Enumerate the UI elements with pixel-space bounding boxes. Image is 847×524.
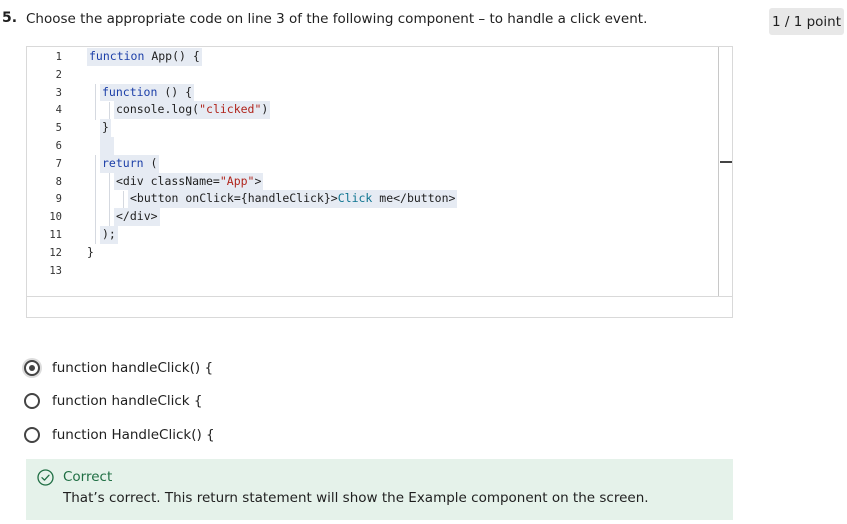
- line-number: 8: [55, 175, 62, 188]
- code-text: App() {: [144, 49, 200, 63]
- line-number: 3: [55, 86, 62, 99]
- code-line-7: return (: [100, 154, 160, 173]
- code-text: <div className=: [116, 173, 220, 188]
- code-line-9: <button onClick={handleClick}>Click me</…: [128, 190, 458, 209]
- code-text: }: [102, 120, 109, 135]
- radio-selected-icon[interactable]: [24, 360, 40, 376]
- line-number: 13: [49, 264, 62, 277]
- option-label: function HandleClick() {: [52, 427, 215, 443]
- code-line-1: function App() {: [87, 48, 202, 66]
- code-editor[interactable]: 1 2 3 4 5 6 7 8 9 10 11 12 13 function A…: [26, 46, 733, 297]
- keyword: function: [102, 84, 158, 99]
- line-number: 6: [55, 140, 62, 152]
- code-line-10: </div>: [114, 208, 160, 226]
- code-line-12: }: [87, 244, 94, 262]
- feedback-panel: Correct That’s correct. This return stat…: [26, 459, 733, 520]
- line-number-gutter: 1 2 3 4 5 6 7 8 9 10 11 12 13: [27, 47, 67, 296]
- code-line-5: }: [100, 119, 111, 137]
- code-text: (: [143, 155, 158, 170]
- line-number: 12: [49, 246, 62, 259]
- question-text: Choose the appropriate code on line 3 of…: [26, 11, 648, 27]
- radio-unselected-icon[interactable]: [24, 393, 40, 409]
- option-label: function handleClick() {: [52, 360, 214, 376]
- code-text: me</button>: [372, 191, 456, 206]
- code-line-11: );: [100, 226, 118, 244]
- code-text: console.log(: [116, 102, 200, 117]
- answer-option-1[interactable]: function handleClick() {: [24, 358, 213, 378]
- line-number: 1: [55, 51, 62, 63]
- indent-guide: [109, 173, 110, 227]
- feedback-body: That’s correct. This return statement wi…: [63, 490, 649, 506]
- editor-footer-bar: [26, 297, 733, 318]
- code-text: <button onClick={handleClick}>: [130, 191, 338, 206]
- string-literal: "App": [219, 173, 255, 188]
- editor-scrollbar[interactable]: [718, 47, 732, 296]
- option-label: function handleClick {: [52, 393, 203, 409]
- line-number: 10: [49, 211, 62, 224]
- code-text: >: [254, 173, 262, 188]
- code-text: );: [102, 227, 116, 241]
- answer-option-2[interactable]: function handleClick {: [24, 391, 203, 411]
- code-text: ): [261, 102, 269, 117]
- line-number: 2: [55, 68, 62, 81]
- code-line-4: console.log("clicked"): [114, 101, 271, 120]
- indent-guide: [109, 102, 110, 120]
- line-number: 7: [55, 157, 62, 170]
- line-number: 5: [55, 122, 62, 135]
- code-area[interactable]: function App() { function () { console.l…: [87, 47, 712, 296]
- code-text: () {: [157, 84, 193, 99]
- code-text: }: [87, 244, 94, 259]
- check-circle-icon: [37, 469, 54, 486]
- code-line-3: function () {: [100, 83, 195, 102]
- jsx-text: Click: [337, 191, 373, 206]
- code-text: </div>: [116, 209, 158, 224]
- radio-unselected-icon[interactable]: [24, 427, 40, 443]
- string-literal: "clicked": [199, 102, 262, 117]
- points-badge: 1 / 1 point: [769, 8, 844, 35]
- indent-guide: [95, 155, 96, 244]
- question-number: 5.: [2, 10, 18, 26]
- keyword: return: [102, 155, 144, 170]
- code-line-8: <div className="App">: [114, 172, 264, 191]
- indent-guide: [123, 191, 124, 209]
- feedback-title: Correct: [63, 469, 113, 485]
- scroll-marker: [720, 161, 732, 163]
- code-line-6: [100, 137, 114, 155]
- answer-option-3[interactable]: function HandleClick() {: [24, 425, 215, 445]
- keyword: function: [89, 49, 145, 63]
- line-number: 9: [55, 193, 62, 206]
- indent-guide: [95, 84, 96, 120]
- line-number: 11: [49, 229, 62, 241]
- line-number: 4: [55, 104, 62, 117]
